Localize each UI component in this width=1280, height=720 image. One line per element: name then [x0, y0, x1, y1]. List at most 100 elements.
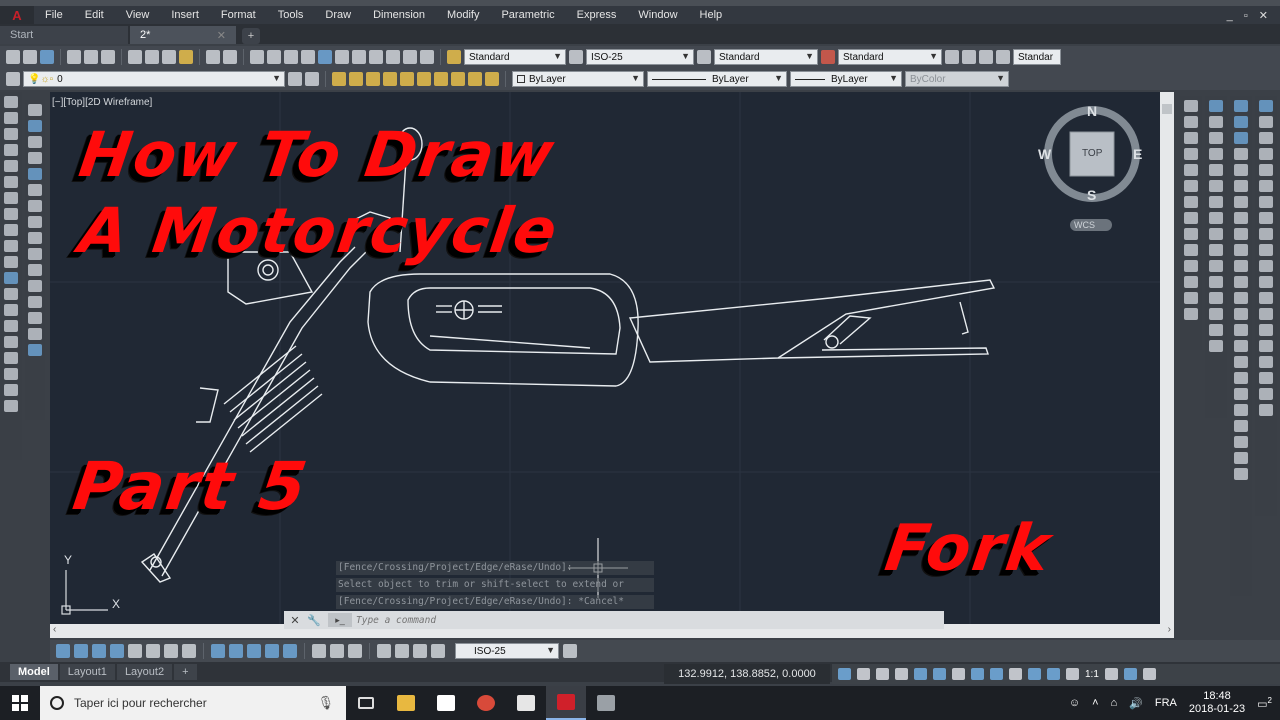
tool-icon[interactable]	[1184, 292, 1198, 304]
sheet-set-icon[interactable]	[369, 50, 383, 64]
tool-icon[interactable]	[1234, 212, 1248, 224]
tool-icon[interactable]	[1184, 308, 1198, 320]
new-file-icon[interactable]	[6, 50, 20, 64]
ellipse-arc-icon[interactable]	[4, 256, 18, 268]
tool-icon[interactable]	[1209, 116, 1223, 128]
extend-icon[interactable]	[28, 264, 42, 276]
dim-edit-icon[interactable]	[395, 644, 409, 658]
tool-icon[interactable]	[1209, 244, 1223, 256]
erase-icon[interactable]	[28, 104, 42, 116]
tool-icon[interactable]	[1234, 228, 1248, 240]
circle-icon[interactable]	[4, 192, 18, 204]
layer-properties-icon[interactable]	[6, 72, 20, 86]
stretch-icon[interactable]	[28, 232, 42, 244]
isolate-objects-icon[interactable]	[1123, 668, 1137, 680]
tab-layout1[interactable]: Layout1	[59, 664, 115, 680]
autocad-logo-icon[interactable]: A	[0, 6, 34, 24]
annotation-scale-value[interactable]: 1:1	[1085, 669, 1099, 680]
microphone-icon[interactable]: 🎙	[317, 695, 334, 711]
auto-scale-icon[interactable]	[1047, 668, 1060, 680]
tool-icon[interactable]	[1209, 196, 1223, 208]
tool-icon[interactable]	[1209, 164, 1223, 176]
plot-icon[interactable]	[67, 50, 81, 64]
mail-icon[interactable]	[506, 686, 546, 720]
dim-style-icon[interactable]	[569, 50, 583, 64]
layer-previous-icon[interactable]	[305, 72, 319, 86]
menu-help[interactable]: Help	[689, 9, 734, 21]
cut-icon[interactable]	[128, 50, 142, 64]
windows-start-button[interactable]	[0, 686, 40, 720]
tool-icon[interactable]	[1234, 100, 1248, 112]
redo-icon[interactable]	[223, 50, 237, 64]
mleader-align-icon[interactable]	[996, 50, 1010, 64]
zoom-previous-icon[interactable]	[301, 50, 315, 64]
tolerance-icon[interactable]	[312, 644, 326, 658]
tool-icon[interactable]	[1234, 308, 1248, 320]
snap-icon[interactable]	[857, 668, 870, 680]
match-properties-icon[interactable]	[179, 50, 193, 64]
offset-icon[interactable]	[28, 152, 42, 164]
array-icon[interactable]	[28, 168, 42, 180]
color-select[interactable]: ByLayer ▼	[512, 71, 644, 87]
scroll-right-icon[interactable]: ›	[1168, 624, 1171, 635]
aligned-dim-icon[interactable]	[74, 644, 88, 658]
polar-icon[interactable]	[933, 668, 946, 680]
menu-modify[interactable]: Modify	[436, 9, 490, 21]
dim-style-status-select[interactable]: ISO-25 ▼	[455, 643, 559, 659]
dimension-style-icon[interactable]	[563, 644, 577, 658]
tool-icon[interactable]	[1184, 148, 1198, 160]
layer-tool-2-icon[interactable]	[349, 72, 363, 86]
annotation-visibility-icon[interactable]	[1028, 668, 1041, 680]
tool-icon[interactable]	[1234, 340, 1248, 352]
tool-icon[interactable]	[1259, 228, 1273, 240]
close-icon[interactable]: ✕	[287, 613, 303, 627]
menu-edit[interactable]: Edit	[74, 9, 115, 21]
viewcube-east[interactable]: E	[1133, 146, 1142, 162]
undo-icon[interactable]	[206, 50, 220, 64]
dim-style-select[interactable]: ISO-25 ▼	[586, 49, 694, 65]
copy-icon[interactable]	[145, 50, 159, 64]
mleader-style-select[interactable]: Standard ▼	[838, 49, 942, 65]
mleader-style-icon[interactable]	[821, 50, 835, 64]
table-icon[interactable]	[4, 368, 18, 380]
trim-icon[interactable]	[28, 248, 42, 260]
tool-icon[interactable]	[1234, 324, 1248, 336]
store-icon[interactable]	[426, 686, 466, 720]
tool-icon[interactable]	[1209, 180, 1223, 192]
mleader-add-icon[interactable]	[962, 50, 976, 64]
tool-icon[interactable]	[1234, 116, 1248, 128]
scroll-thumb[interactable]	[1162, 104, 1172, 114]
tool-icon[interactable]	[1259, 276, 1273, 288]
clock[interactable]: 18:48 2018-01-23	[1189, 690, 1245, 716]
tool-icon[interactable]	[1234, 436, 1248, 448]
gradient-icon[interactable]	[4, 336, 18, 348]
break-icon[interactable]	[28, 280, 42, 292]
tool-icon[interactable]	[1259, 212, 1273, 224]
cursor-coordinates[interactable]: 132.9912, 138.8852, 0.0000	[664, 664, 830, 684]
task-view-icon[interactable]	[346, 686, 386, 720]
polyline-icon[interactable]	[4, 128, 18, 140]
text-style-icon[interactable]	[447, 50, 461, 64]
tool-icon[interactable]	[1184, 132, 1198, 144]
app-pinned-icon[interactable]	[586, 686, 626, 720]
lineweight-select[interactable]: ByLayer ▼	[790, 71, 902, 87]
tab-model[interactable]: Model	[10, 664, 58, 680]
tool-icon[interactable]	[1259, 100, 1273, 112]
menu-window[interactable]: Window	[627, 9, 688, 21]
viewcube-north[interactable]: N	[1087, 103, 1097, 119]
revision-cloud-icon[interactable]	[4, 208, 18, 220]
volume-icon[interactable]: 🔊	[1129, 697, 1143, 710]
tool-icon[interactable]	[1184, 276, 1198, 288]
tool-icon[interactable]	[1259, 356, 1273, 368]
tool-palettes-icon[interactable]	[352, 50, 366, 64]
tool-icon[interactable]	[1234, 276, 1248, 288]
customize-wrench-icon[interactable]: 🔧	[306, 613, 322, 627]
tab-drawing-2[interactable]: 2* ✕	[130, 26, 236, 44]
viewcube-south[interactable]: S	[1087, 187, 1096, 203]
hatch-icon[interactable]	[4, 320, 18, 332]
tool-icon[interactable]	[1259, 132, 1273, 144]
quick-dim-icon[interactable]	[211, 644, 225, 658]
people-icon[interactable]: ☺	[1069, 697, 1080, 709]
scale-icon[interactable]	[28, 216, 42, 228]
tool-icon[interactable]	[1259, 164, 1273, 176]
